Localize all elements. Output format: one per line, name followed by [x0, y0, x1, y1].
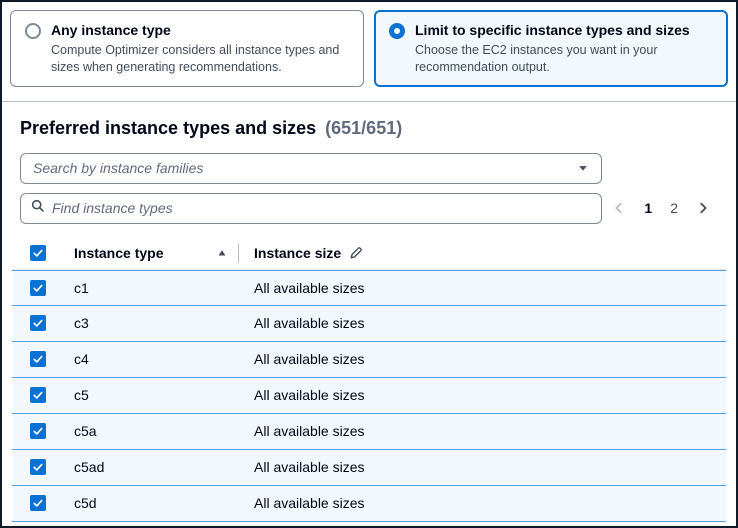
instance-families-select[interactable]: Search by instance families: [20, 153, 602, 184]
radio-selected-icon[interactable]: [389, 23, 405, 39]
row-checkbox[interactable]: [30, 351, 46, 367]
row-checkbox[interactable]: [30, 315, 46, 331]
table-row[interactable]: c5adAll available sizes: [12, 450, 726, 486]
instance-size-cell: All available sizes: [239, 459, 726, 475]
instance-size-cell: All available sizes: [239, 280, 726, 296]
row-checkbox-cell: [12, 280, 66, 296]
section-divider: [2, 101, 736, 102]
instance-type-cell: c5: [66, 387, 239, 403]
row-checkbox-cell: [12, 495, 66, 511]
select-all-checkbox[interactable]: [30, 245, 46, 261]
table-row[interactable]: c5dAll available sizes: [12, 486, 726, 522]
instance-type-cell: c5a: [66, 423, 239, 439]
instance-type-cell: c5ad: [66, 459, 239, 475]
option-description: Compute Optimizer considers all instance…: [51, 42, 349, 76]
table-header-row: Instance type Instance size: [12, 238, 726, 270]
instance-type-cell: c5d: [66, 495, 239, 511]
table-row[interactable]: c1All available sizes: [12, 270, 726, 306]
option-card-text: Any instance type Compute Optimizer cons…: [51, 21, 349, 76]
compute-optimizer-panel: Any instance type Compute Optimizer cons…: [0, 0, 738, 528]
row-checkbox-cell: [12, 387, 66, 403]
option-label: Limit to specific instance types and siz…: [415, 21, 713, 40]
instance-size-column-label: Instance size: [254, 245, 341, 261]
instance-type-column-label: Instance type: [74, 245, 163, 261]
instance-size-column-header: Instance size: [239, 245, 726, 261]
page-2-button[interactable]: 2: [662, 196, 686, 220]
instance-size-cell: All available sizes: [239, 495, 726, 511]
instance-type-cell: c4: [66, 351, 239, 367]
instance-size-cell: All available sizes: [239, 423, 726, 439]
radio-unselected-icon[interactable]: [25, 23, 41, 39]
table-row-partial: [12, 522, 726, 528]
previous-page-button[interactable]: [604, 197, 634, 219]
instance-type-column-header[interactable]: Instance type: [66, 238, 239, 269]
section-title: Preferred instance types and sizes (651/…: [20, 118, 718, 139]
pagination: 1 2: [604, 196, 718, 220]
instance-size-cell: All available sizes: [239, 387, 726, 403]
section-counter: (651/651): [325, 118, 402, 138]
dropdown-arrow-icon: [577, 162, 589, 174]
instance-type-cell: c1: [66, 280, 239, 296]
option-card-text: Limit to specific instance types and siz…: [415, 21, 713, 76]
select-all-cell: [12, 245, 66, 261]
instance-type-search[interactable]: [20, 193, 602, 224]
instance-type-cell: c3: [66, 315, 239, 331]
instance-types-table: Instance type Instance size c1All availa…: [12, 238, 726, 528]
search-input[interactable]: [52, 200, 591, 216]
search-and-pagination-row: 1 2: [20, 193, 718, 224]
row-checkbox-cell: [12, 459, 66, 475]
table-row[interactable]: c5All available sizes: [12, 378, 726, 414]
table-row[interactable]: c5aAll available sizes: [12, 414, 726, 450]
option-description: Choose the EC2 instances you want in you…: [415, 42, 713, 76]
instance-type-option-cards: Any instance type Compute Optimizer cons…: [2, 2, 736, 87]
table-row[interactable]: c4All available sizes: [12, 342, 726, 378]
search-icon: [31, 199, 45, 218]
row-checkbox-cell: [12, 351, 66, 367]
page-1-button[interactable]: 1: [636, 196, 660, 220]
option-card-any-instance-type[interactable]: Any instance type Compute Optimizer cons…: [10, 10, 364, 87]
row-checkbox[interactable]: [30, 280, 46, 296]
sort-ascending-icon[interactable]: [217, 248, 227, 258]
row-checkbox-cell: [12, 315, 66, 331]
option-label: Any instance type: [51, 21, 349, 40]
option-card-limit-instance-types[interactable]: Limit to specific instance types and siz…: [374, 10, 728, 87]
instance-size-cell: All available sizes: [239, 315, 726, 331]
row-checkbox[interactable]: [30, 423, 46, 439]
instance-size-cell: All available sizes: [239, 351, 726, 367]
row-checkbox-cell: [12, 423, 66, 439]
row-checkbox[interactable]: [30, 387, 46, 403]
next-page-button[interactable]: [688, 197, 718, 219]
preferred-instances-section: Preferred instance types and sizes (651/…: [2, 118, 736, 528]
table-body: c1All available sizesc3All available siz…: [12, 270, 726, 522]
family-select-placeholder: Search by instance families: [33, 160, 203, 176]
row-checkbox[interactable]: [30, 495, 46, 511]
table-row[interactable]: c3All available sizes: [12, 306, 726, 342]
section-title-text: Preferred instance types and sizes: [20, 118, 316, 138]
row-checkbox[interactable]: [30, 459, 46, 475]
edit-icon[interactable]: [349, 246, 363, 260]
